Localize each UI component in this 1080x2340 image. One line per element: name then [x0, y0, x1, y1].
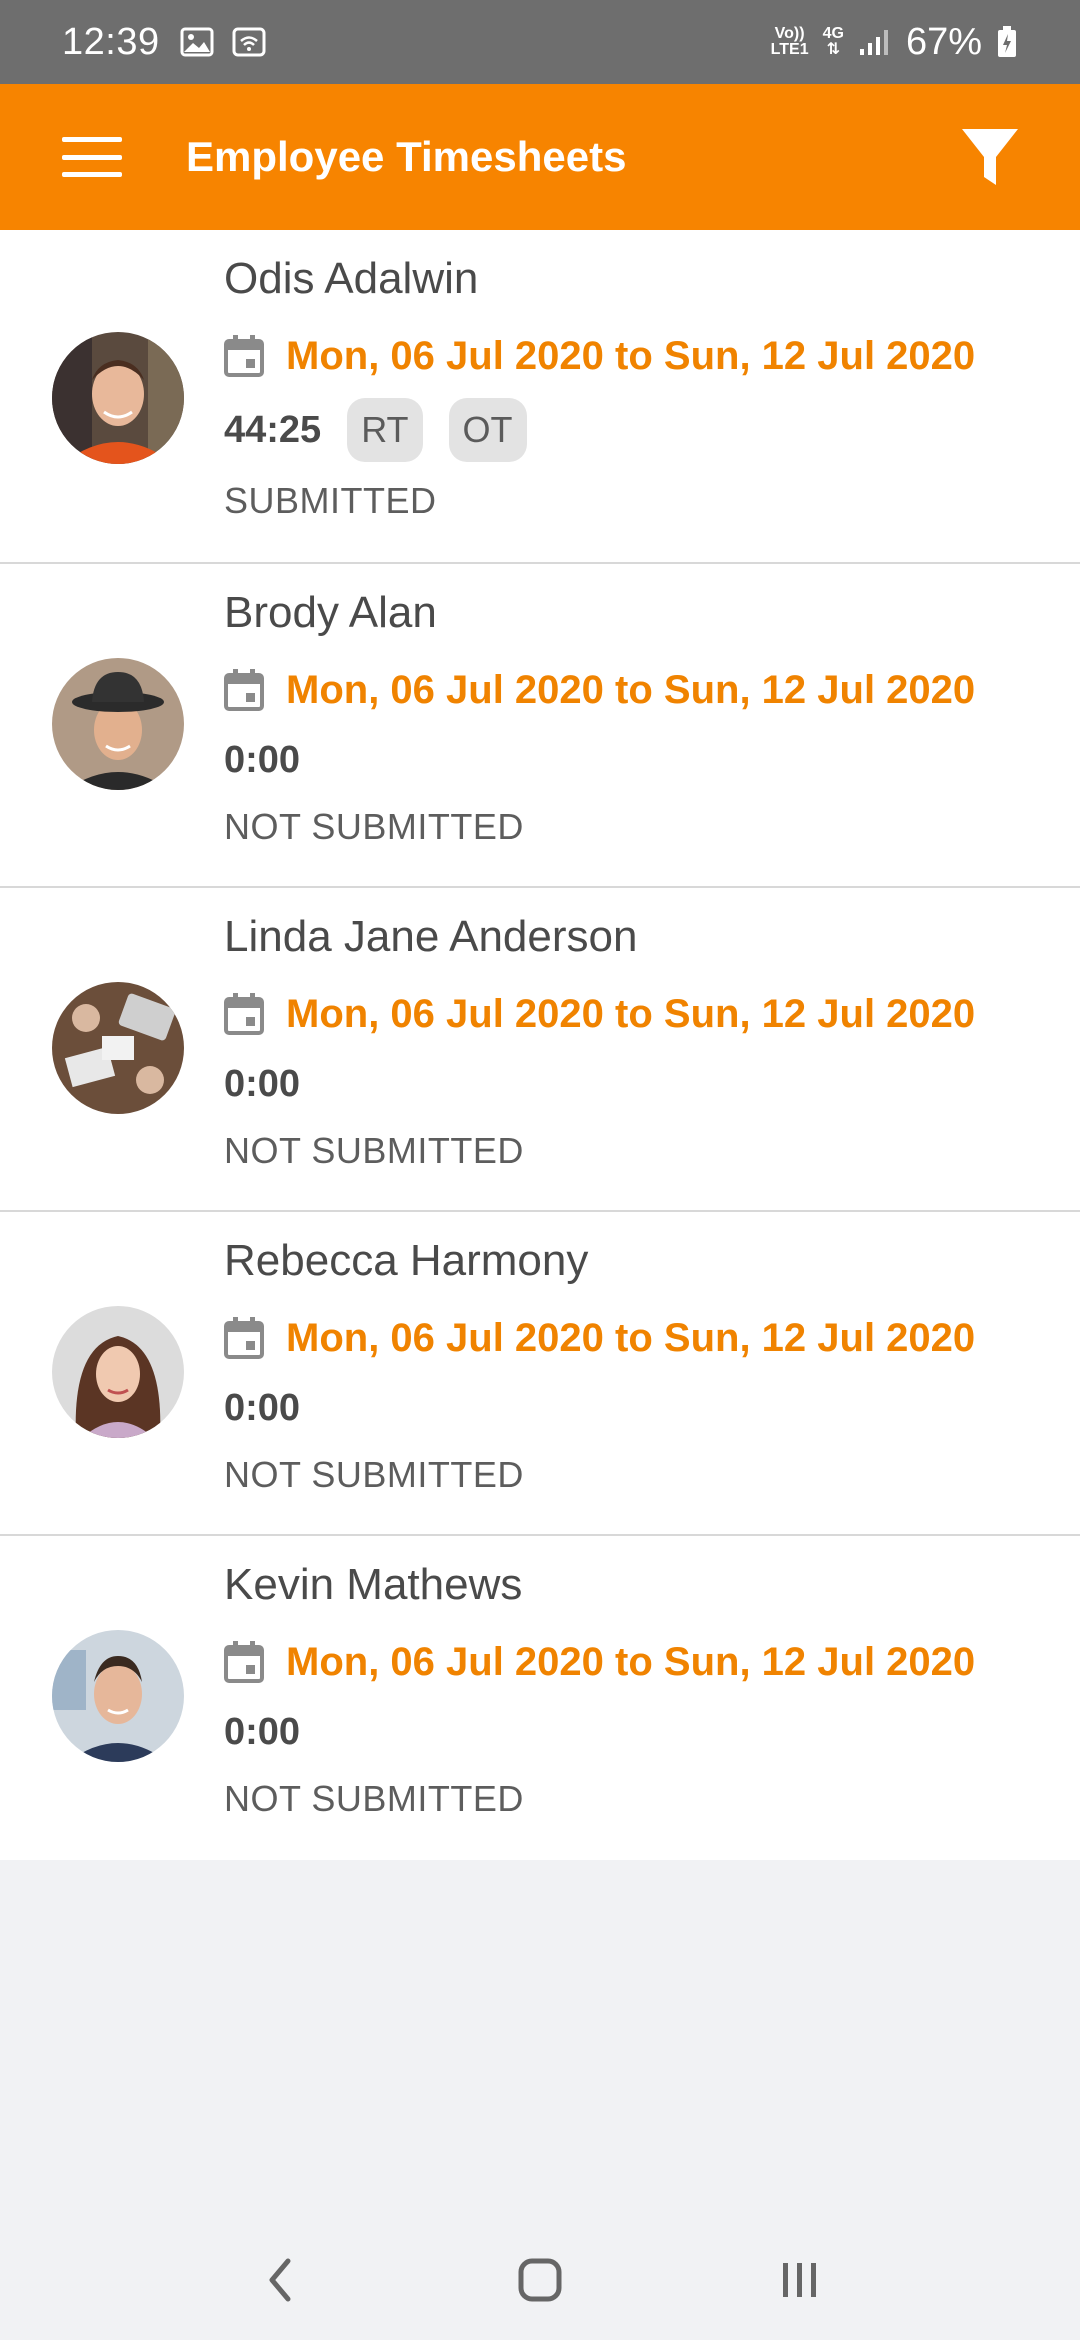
employee-name: Kevin Mathews — [224, 1560, 523, 1609]
employee-name: Linda Jane Anderson — [224, 912, 638, 961]
app-screen: 12:39 Vo)) LTE1 4G ⇅ 67% Employee Timesh… — [0, 0, 1080, 2340]
calendar-icon — [224, 1641, 264, 1683]
status-right: Vo)) LTE1 4G ⇅ 67% — [771, 21, 1018, 64]
list-item[interactable]: Brody Alan Mon, 06 Jul 2020 to Sun, 12 J… — [0, 564, 1080, 888]
pay-period: Mon, 06 Jul 2020 to Sun, 12 Jul 2020 — [286, 1639, 976, 1684]
pay-period: Mon, 06 Jul 2020 to Sun, 12 Jul 2020 — [286, 1315, 976, 1360]
home-icon[interactable] — [500, 2240, 580, 2320]
back-icon[interactable] — [240, 2240, 320, 2320]
list-item[interactable]: Odis Adalwin Mon, 06 Jul 2020 to Sun, 12… — [0, 230, 1080, 564]
signal-icon — [859, 30, 888, 55]
employee-name: Rebecca Harmony — [224, 1236, 589, 1285]
avatar — [52, 332, 184, 464]
timesheet-status: NOT SUBMITTED — [224, 1130, 524, 1171]
battery-percent: 67% — [905, 20, 982, 63]
system-nav-bar — [0, 2220, 1080, 2340]
total-hours: 44:25 — [224, 408, 322, 451]
page-title: Employee Timesheets — [186, 133, 627, 180]
network-type-label: 4G — [822, 25, 844, 42]
menu-icon[interactable] — [62, 137, 122, 177]
avatar — [52, 658, 184, 790]
filter-icon[interactable] — [960, 125, 1020, 189]
total-hours: 0:00 — [224, 738, 301, 781]
calendar-icon — [224, 669, 264, 711]
timesheet-status: SUBMITTED — [224, 480, 437, 521]
data-arrows-icon: ⇅ — [826, 41, 840, 58]
avatar — [52, 1306, 184, 1438]
employee-name: Brody Alan — [224, 588, 437, 637]
total-hours: 0:00 — [224, 1710, 301, 1753]
hours-row: 44:25 RT OT — [224, 394, 1080, 466]
employee-name: Odis Adalwin — [224, 254, 479, 303]
app-bar: Employee Timesheets — [0, 84, 1080, 230]
pay-period: Mon, 06 Jul 2020 to Sun, 12 Jul 2020 — [286, 667, 976, 712]
avatar — [52, 982, 184, 1114]
pay-period: Mon, 06 Jul 2020 to Sun, 12 Jul 2020 — [286, 333, 976, 378]
hours-row: 0:00 — [224, 1700, 1080, 1764]
hours-row: 0:00 — [224, 1376, 1080, 1440]
pay-period: Mon, 06 Jul 2020 to Sun, 12 Jul 2020 — [286, 991, 976, 1036]
calendar-icon — [224, 335, 264, 377]
image-notification-icon — [180, 27, 214, 57]
total-hours: 0:00 — [224, 1062, 301, 1105]
calendar-icon — [224, 1317, 264, 1359]
volte-label: Vo)) — [774, 25, 805, 42]
battery-charging-icon — [998, 26, 1016, 57]
period-row: Mon, 06 Jul 2020 to Sun, 12 Jul 2020 — [224, 318, 1080, 394]
total-hours: 0:00 — [224, 1386, 301, 1429]
list-item[interactable]: Linda Jane Anderson Mon, 06 Jul 2020 to … — [0, 888, 1080, 1212]
list-item[interactable]: Kevin Mathews Mon, 06 Jul 2020 to Sun, 1… — [0, 1536, 1080, 1860]
timesheet-status: NOT SUBMITTED — [224, 806, 524, 847]
status-left-icons — [180, 27, 266, 57]
period-row: Mon, 06 Jul 2020 to Sun, 12 Jul 2020 — [224, 1624, 1080, 1700]
list-item[interactable]: Rebecca Harmony Mon, 06 Jul 2020 to Sun,… — [0, 1212, 1080, 1536]
timesheet-status: NOT SUBMITTED — [224, 1454, 524, 1495]
calendar-icon — [224, 993, 264, 1035]
rt-chip: RT — [347, 398, 423, 462]
employee-list: Odis Adalwin Mon, 06 Jul 2020 to Sun, 12… — [0, 230, 1080, 1860]
status-time: 12:39 — [62, 20, 160, 63]
wifi-call-icon — [232, 27, 266, 57]
status-bar: 12:39 Vo)) LTE1 4G ⇅ 67% — [0, 0, 1080, 84]
hours-row: 0:00 — [224, 1052, 1080, 1116]
recents-icon[interactable] — [760, 2240, 840, 2320]
period-row: Mon, 06 Jul 2020 to Sun, 12 Jul 2020 — [224, 1300, 1080, 1376]
network-type: 4G ⇅ — [823, 26, 844, 58]
ot-chip: OT — [448, 398, 527, 462]
volte-indicator: Vo)) LTE1 — [771, 26, 809, 58]
lte-label: LTE1 — [770, 41, 809, 58]
hours-row: 0:00 — [224, 728, 1080, 792]
timesheet-status: NOT SUBMITTED — [224, 1778, 524, 1819]
period-row: Mon, 06 Jul 2020 to Sun, 12 Jul 2020 — [224, 652, 1080, 728]
avatar — [52, 1630, 184, 1762]
period-row: Mon, 06 Jul 2020 to Sun, 12 Jul 2020 — [224, 976, 1080, 1052]
